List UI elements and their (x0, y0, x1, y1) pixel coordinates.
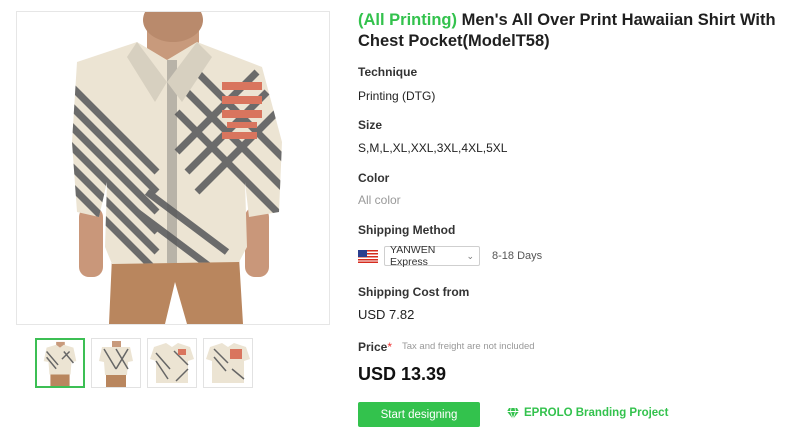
us-flag-icon (358, 249, 378, 263)
product-info: (All Printing) Men's All Over Print Hawa… (358, 10, 788, 52)
price-label: Price* (358, 340, 392, 354)
color-label: Color (358, 171, 390, 185)
size-label: Size (358, 118, 383, 132)
thumbnail-3[interactable] (147, 338, 197, 388)
product-title: (All Printing) Men's All Over Print Hawa… (358, 10, 788, 52)
thumbnail-4[interactable] (203, 338, 253, 388)
color-value: All color (358, 193, 401, 207)
product-main-image[interactable] (16, 11, 330, 325)
product-tag: (All Printing) (358, 11, 457, 29)
thumbnail-2[interactable] (91, 338, 141, 388)
thumbnail-shirt-back-image (92, 339, 140, 387)
technique-label: Technique (358, 65, 418, 79)
shipping-method-row: YANWEN Express ⌄ 8-18 Days (358, 244, 543, 268)
size-value: S,M,L,XL,XXL,3XL,4XL,5XL (358, 141, 508, 155)
chevron-down-icon: ⌄ (466, 250, 474, 261)
thumbnail-1[interactable] (35, 338, 85, 388)
shipping-carrier-value: YANWEN Express (390, 244, 436, 268)
shipping-carrier-select[interactable]: YANWEN Express ⌄ (384, 244, 480, 268)
thumbnail-shirt-flat-image (148, 339, 196, 387)
shipping-cost-label: Shipping Cost from (358, 285, 470, 299)
tax-note: Tax and freight are not included (402, 341, 535, 352)
thumbnail-shirt-detail-image (204, 339, 252, 387)
branding-project-link[interactable]: EPROLO Branding Project (507, 407, 668, 419)
thumbnail-strip (35, 338, 253, 388)
shipping-method-label: Shipping Method (358, 223, 456, 237)
required-mark: * (387, 340, 393, 354)
price-value: USD 13.39 (358, 364, 447, 384)
shipping-cost-value: USD 7.82 (358, 307, 415, 322)
technique-value: Printing (DTG) (358, 89, 436, 103)
shipping-days: 8-18 Days (492, 250, 543, 262)
price-label-text: Price (358, 340, 388, 354)
diamond-icon (507, 407, 519, 419)
start-designing-button[interactable]: Start designing (358, 402, 480, 427)
shirt-image (72, 12, 282, 324)
thumbnail-shirt-front-image (37, 340, 83, 386)
branding-project-label: EPROLO Branding Project (524, 407, 669, 419)
